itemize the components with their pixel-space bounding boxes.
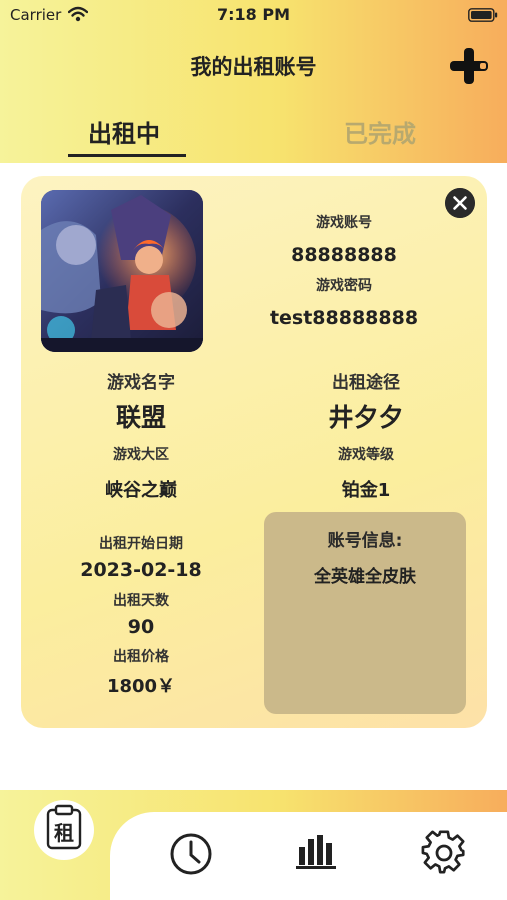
game-cover-artwork xyxy=(41,190,203,352)
rent-glyph: 租 xyxy=(54,821,74,845)
tab-renting[interactable]: 出租中 xyxy=(88,114,160,149)
game-name-value: 联盟 xyxy=(115,403,166,432)
game-cover-image xyxy=(41,190,203,352)
close-card-button[interactable] xyxy=(445,188,475,218)
page-title: 我的出租账号 xyxy=(190,55,317,79)
channel-value: 井夕夕 xyxy=(328,403,404,432)
rental-account-card[interactable]: 游戏账号 88888888 游戏密码 test88888888 游戏名字 联盟 … xyxy=(21,176,487,728)
battery-icon xyxy=(468,8,498,22)
rental-price-value: 1800￥ xyxy=(106,676,176,697)
active-tab-indicator xyxy=(68,154,186,157)
status-time: 7:18 PM xyxy=(216,5,290,24)
region-value: 峡谷之巅 xyxy=(105,480,177,501)
level-label: 游戏等级 xyxy=(338,447,394,463)
account-info-value: 全英雄全皮肤 xyxy=(314,567,416,587)
status-bar: Carrier 7:18 PM xyxy=(0,0,507,30)
level-value: 铂金1 xyxy=(341,480,391,501)
rental-days-value: 90 xyxy=(127,616,155,638)
password-label: 游戏密码 xyxy=(316,278,372,294)
rental-price-label: 出租价格 xyxy=(113,649,169,665)
region-label: 游戏大区 xyxy=(113,447,169,463)
clock-icon[interactable] xyxy=(168,831,214,877)
account-value: 88888888 xyxy=(291,244,397,266)
channel-label: 出租途径 xyxy=(332,373,400,393)
rental-days-label: 出租天数 xyxy=(113,593,169,609)
gear-icon[interactable] xyxy=(420,829,468,877)
nav-rent-button[interactable]: 租 xyxy=(33,797,95,863)
header: Carrier 7:18 PM 我的出租账号 出租中 已完成 xyxy=(0,0,507,163)
bar-chart-icon[interactable] xyxy=(295,831,339,871)
password-value: test88888888 xyxy=(269,307,419,329)
account-label: 游戏账号 xyxy=(316,215,372,231)
account-info-label: 账号信息: xyxy=(327,531,403,551)
start-date-label: 出租开始日期 xyxy=(99,536,183,552)
tab-completed[interactable]: 已完成 xyxy=(344,114,416,149)
add-account-button[interactable] xyxy=(446,44,492,88)
account-info-box: 账号信息: 全英雄全皮肤 xyxy=(264,512,466,714)
start-date-value: 2023-02-18 xyxy=(80,559,202,581)
game-name-label: 游戏名字 xyxy=(107,373,175,393)
